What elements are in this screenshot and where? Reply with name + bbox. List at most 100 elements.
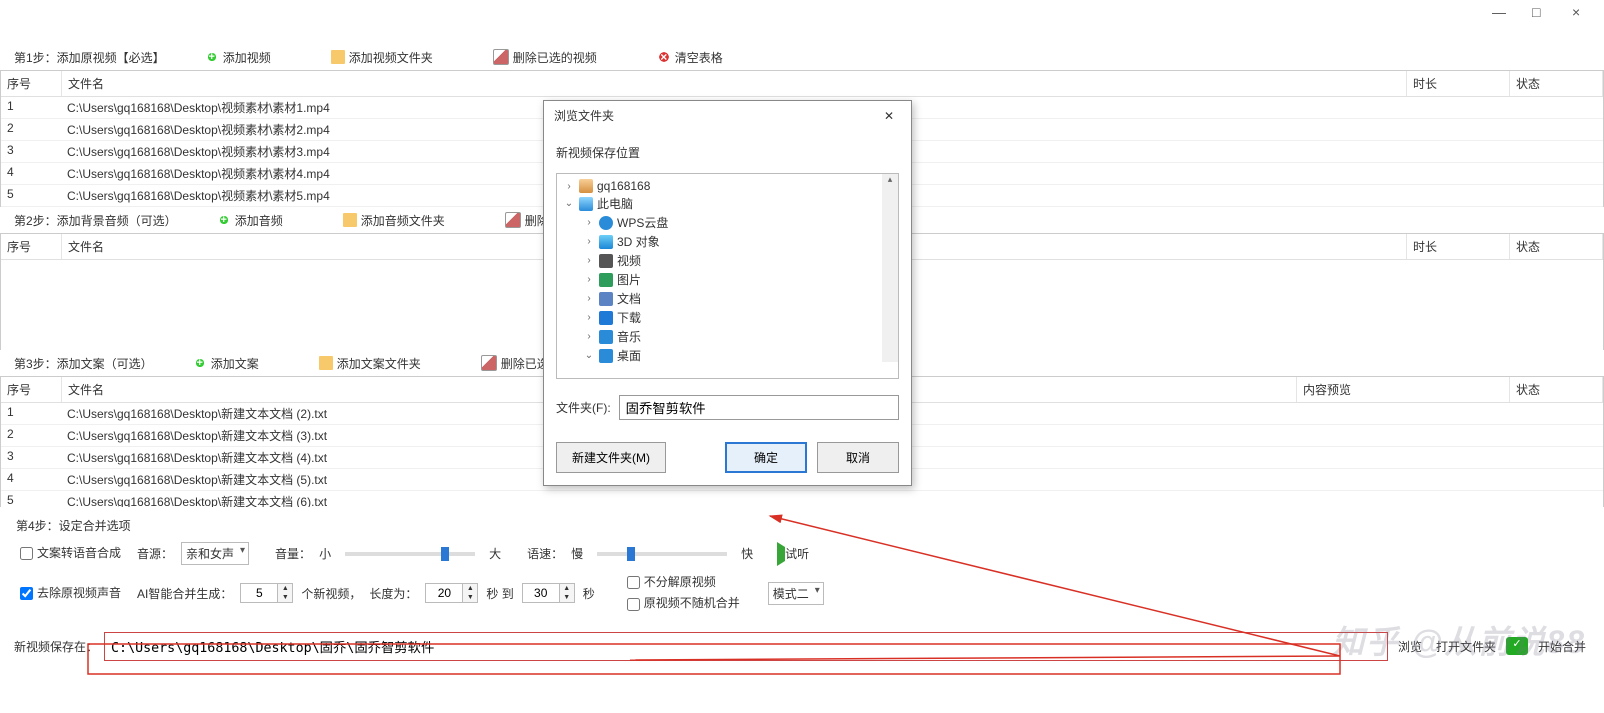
add-text-label: 添加文案 [211, 355, 259, 372]
folder-tree[interactable]: ›gq168168 ⌄此电脑 ›WPS云盘 ›3D 对象 ›视频 ›图片 ›文档… [556, 173, 899, 379]
cube-icon [599, 235, 613, 249]
col-filename[interactable]: 文件名 [62, 71, 1407, 96]
clear-table-button[interactable]: 清空表格 [657, 49, 723, 66]
col-status[interactable]: 状态 [1510, 234, 1603, 259]
play-icon [777, 542, 785, 566]
delete-text-label: 删除已选 [501, 355, 549, 372]
speed-fast: 快 [741, 545, 753, 562]
browse-button[interactable]: 浏览 [1394, 634, 1426, 659]
folder-icon [343, 213, 357, 227]
tree-item-video[interactable]: ›视频 [559, 251, 896, 270]
col-preview[interactable]: 内容预览 [1297, 377, 1510, 402]
spin-up-icon[interactable]: ▲ [560, 584, 574, 593]
music-icon [599, 330, 613, 344]
col-index[interactable]: 序号 [1, 377, 62, 402]
add-text-button[interactable]: 添加文案 [193, 355, 259, 372]
close-button[interactable]: × [1572, 6, 1584, 18]
video-icon [599, 254, 613, 268]
length-to-input[interactable]: ▲▼ [522, 583, 575, 603]
add-audio-label: 添加音频 [235, 212, 283, 229]
no-split-checkbox[interactable]: 不分解原视频 [623, 573, 740, 592]
dialog-subtitle: 新视频保存位置 [556, 144, 899, 161]
add-video-button[interactable]: 添加视频 [205, 49, 271, 66]
sec-label: 秒 [583, 585, 595, 602]
delete-video-button[interactable]: 删除已选的视频 [493, 49, 597, 66]
tree-item-music[interactable]: ›音乐 [559, 327, 896, 346]
preview-button[interactable]: 试听 [777, 545, 809, 562]
tree-item-download[interactable]: ›下载 [559, 308, 896, 327]
step1-label: 第1步：添加原视频【必选】 [14, 49, 165, 66]
open-folder-button[interactable]: 打开文件夹 [1432, 634, 1500, 659]
volume-slider[interactable] [345, 552, 475, 556]
step2-label: 第2步：添加背景音频（可选） [14, 212, 177, 229]
add-video-folder-button[interactable]: 添加视频文件夹 [331, 49, 433, 66]
spin-down-icon[interactable]: ▼ [463, 593, 477, 602]
spin-down-icon[interactable]: ▼ [560, 593, 574, 602]
window-controls: — □ × [1492, 6, 1600, 18]
minimize-button[interactable]: — [1492, 6, 1504, 18]
tree-item-doc[interactable]: ›文档 [559, 289, 896, 308]
col-duration[interactable]: 时长 [1407, 71, 1510, 96]
folder-name-input[interactable] [619, 395, 899, 420]
ai-count-input[interactable]: ▲▼ [240, 583, 293, 603]
save-path-input[interactable] [104, 632, 1388, 661]
delete-text-button[interactable]: 删除已选 [481, 355, 549, 372]
start-merge-button[interactable]: 开始合并 [1534, 634, 1590, 659]
tree-item-user[interactable]: ›gq168168 [559, 178, 896, 194]
image-icon [599, 273, 613, 287]
delete-icon [493, 49, 509, 65]
maximize-button[interactable]: □ [1532, 6, 1544, 18]
tree-item-wps[interactable]: ›WPS云盘 [559, 213, 896, 232]
add-audio-folder-button[interactable]: 添加音频文件夹 [343, 212, 445, 229]
tree-item-3d[interactable]: ›3D 对象 [559, 232, 896, 251]
save-row: 新视频保存在： 浏览 打开文件夹 开始合并 [0, 626, 1604, 667]
new-folder-button[interactable]: 新建文件夹(M) [556, 442, 666, 473]
preview-label: 试听 [785, 547, 809, 561]
ai-label: AI智能合并生成： [137, 585, 232, 602]
ai-count-suffix: 个新视频， [301, 585, 361, 602]
save-label: 新视频保存在： [14, 638, 98, 655]
step4-label: 第4步：设定合并选项 [16, 517, 1588, 534]
col-status[interactable]: 状态 [1510, 71, 1603, 96]
tree-item-image[interactable]: ›图片 [559, 270, 896, 289]
col-duration[interactable]: 时长 [1407, 234, 1510, 259]
speed-slider[interactable] [597, 552, 727, 556]
add-icon [217, 213, 231, 227]
add-icon [193, 356, 207, 370]
voice-label: 音源： [137, 545, 173, 562]
add-video-folder-label: 添加视频文件夹 [349, 49, 433, 66]
add-video-label: 添加视频 [223, 49, 271, 66]
mode-select[interactable]: 模式二 [768, 582, 824, 605]
table-row[interactable]: 5C:\Users\gq168168\Desktop\新建文本文档 (6).tx… [1, 491, 1603, 507]
add-audio-button[interactable]: 添加音频 [217, 212, 283, 229]
tree-item-desktop[interactable]: ⌄桌面 [559, 346, 896, 365]
length-from-input[interactable]: ▲▼ [425, 583, 478, 603]
user-icon [579, 179, 593, 193]
add-icon [205, 50, 219, 64]
tts-checkbox[interactable]: 文案转语音合成 [16, 544, 121, 563]
tree-item-pc[interactable]: ⌄此电脑 [559, 194, 896, 213]
scrollbar[interactable] [882, 174, 898, 362]
dialog-close-button[interactable]: ✕ [877, 109, 901, 123]
cancel-button[interactable]: 取消 [817, 442, 899, 473]
remove-audio-checkbox[interactable]: 去除原视频声音 [16, 584, 121, 603]
voice-select[interactable]: 亲和女声 [181, 542, 249, 565]
cloud-icon [599, 216, 613, 230]
add-text-folder-button[interactable]: 添加文案文件夹 [319, 355, 421, 372]
length-label: 长度为： [369, 585, 417, 602]
download-icon [599, 311, 613, 325]
no-random-checkbox[interactable]: 原视频不随机合并 [623, 594, 740, 613]
document-icon [599, 292, 613, 306]
ok-button[interactable]: 确定 [725, 442, 807, 473]
col-status[interactable]: 状态 [1510, 377, 1603, 402]
browse-folder-dialog: 浏览文件夹 ✕ 新视频保存位置 ›gq168168 ⌄此电脑 ›WPS云盘 ›3… [543, 100, 912, 486]
col-index[interactable]: 序号 [1, 71, 62, 96]
spin-up-icon[interactable]: ▲ [463, 584, 477, 593]
spin-down-icon[interactable]: ▼ [278, 593, 292, 602]
check-icon [1506, 637, 1528, 655]
clear-icon [657, 50, 671, 64]
desktop-icon [599, 349, 613, 363]
col-index[interactable]: 序号 [1, 234, 62, 259]
spin-up-icon[interactable]: ▲ [278, 584, 292, 593]
folder-icon [319, 356, 333, 370]
